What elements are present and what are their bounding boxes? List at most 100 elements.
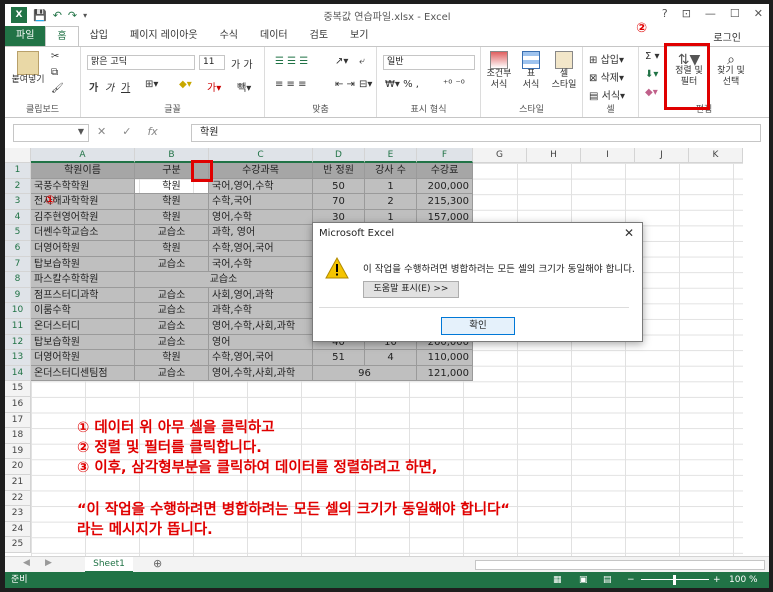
column-header-k[interactable]: K bbox=[689, 148, 743, 163]
row-header-23[interactable]: 23 bbox=[5, 506, 31, 522]
ok-button[interactable]: 확인 bbox=[441, 317, 515, 335]
row-header-14[interactable]: 14 bbox=[5, 365, 31, 382]
zoom-in-icon[interactable]: + bbox=[713, 572, 721, 588]
table-cell[interactable]: 사회,영어,과학 bbox=[209, 287, 313, 304]
zoom-slider-thumb[interactable] bbox=[673, 575, 676, 585]
paste-button[interactable]: 붙여넣기 bbox=[11, 51, 45, 86]
italic-button[interactable]: 가 bbox=[105, 79, 114, 94]
row-header-11[interactable]: 11 bbox=[5, 319, 31, 335]
wrap-text-icon[interactable]: ⤶ bbox=[359, 56, 365, 67]
row-header-3[interactable]: 3 bbox=[5, 194, 31, 210]
column-header-j[interactable]: J bbox=[635, 148, 689, 163]
help-icon[interactable]: ? bbox=[662, 7, 668, 20]
row-header-24[interactable]: 24 bbox=[5, 521, 31, 538]
close-icon[interactable]: ✕ bbox=[624, 226, 634, 240]
close-button[interactable]: ✕ bbox=[754, 7, 763, 20]
table-cell[interactable]: 50 bbox=[313, 178, 365, 195]
table-cell[interactable]: 학원 bbox=[135, 209, 209, 226]
customize-qat-icon[interactable]: ▾ bbox=[83, 11, 87, 20]
table-cell[interactable]: 파스칼수학학원 bbox=[31, 272, 135, 288]
table-cell[interactable]: 국어,영어,수학 bbox=[209, 178, 313, 195]
tab-home[interactable]: 홈 bbox=[45, 26, 79, 46]
normal-view-icon[interactable]: ▦ bbox=[553, 572, 562, 588]
autosum-icon[interactable]: Σ ▾ bbox=[645, 51, 660, 62]
table-cell[interactable]: 2 bbox=[365, 194, 417, 210]
indent-icon[interactable]: ⇤ ⇥ bbox=[335, 79, 355, 90]
tab-file[interactable]: 파일 bbox=[5, 26, 46, 46]
fill-icon[interactable]: ⬇▾ bbox=[645, 69, 658, 80]
font-name-select[interactable]: 맑은 고딕 bbox=[87, 55, 195, 70]
function-icon[interactable]: fx bbox=[147, 125, 157, 138]
merge-center-icon[interactable]: ⊟▾ bbox=[359, 79, 372, 90]
table-cell[interactable]: 교습소 bbox=[135, 225, 209, 241]
align-left-icon[interactable]: ≡ ≡ ≡ bbox=[275, 79, 307, 90]
table-cell[interactable]: 교습소 bbox=[135, 256, 209, 273]
table-cell[interactable]: 더영어학원 bbox=[31, 241, 135, 257]
table-cell[interactable]: 더영어학원 bbox=[31, 350, 135, 366]
underline-button[interactable]: 가 bbox=[121, 79, 130, 94]
font-size-select[interactable]: 11 bbox=[199, 55, 225, 70]
save-icon[interactable]: 💾 bbox=[33, 9, 47, 22]
insert-cells-button[interactable]: ⊞ 삽입▾ bbox=[589, 51, 624, 66]
row-header-17[interactable]: 17 bbox=[5, 412, 31, 429]
row-header-15[interactable]: 15 bbox=[5, 381, 31, 397]
formula-input[interactable]: 학원 bbox=[191, 124, 761, 142]
row-header-7[interactable]: 7 bbox=[5, 256, 31, 273]
orientation-icon[interactable]: ↗▾ bbox=[335, 56, 348, 67]
table-cell[interactable]: 96 bbox=[313, 365, 417, 382]
column-header-i[interactable]: I bbox=[581, 148, 635, 163]
decimal-icon[interactable]: ⁺⁰ ⁻⁰ bbox=[443, 79, 465, 90]
phonetic-icon[interactable]: 빽▾ bbox=[237, 79, 251, 94]
row-header-4[interactable]: 4 bbox=[5, 209, 31, 226]
tab-page-layout[interactable]: 페이지 레이아웃 bbox=[119, 26, 209, 46]
table-cell[interactable]: 교습소 bbox=[135, 319, 209, 335]
row-header-9[interactable]: 9 bbox=[5, 287, 31, 304]
zoom-out-icon[interactable]: − bbox=[627, 572, 635, 588]
help-button[interactable]: 도움말 표시(E) >> bbox=[363, 281, 459, 298]
table-cell[interactable]: 학원 bbox=[135, 241, 209, 257]
cancel-icon[interactable]: ✕ bbox=[97, 125, 106, 138]
table-cell[interactable]: 영어,수학,사회,과학 bbox=[209, 319, 313, 335]
row-header-25[interactable]: 25 bbox=[5, 537, 31, 553]
scroll-right-icon[interactable]: ▶ bbox=[45, 558, 52, 568]
table-cell[interactable]: 수학,국어 bbox=[209, 194, 313, 210]
row-header-12[interactable]: 12 bbox=[5, 334, 31, 351]
delete-cells-button[interactable]: ⊠ 삭제▾ bbox=[589, 69, 624, 84]
table-cell[interactable]: 교습소 bbox=[135, 365, 209, 382]
table-cell[interactable]: 탑보습학원 bbox=[31, 256, 135, 273]
login-link[interactable]: 로그인 bbox=[713, 29, 741, 44]
find-select-button[interactable]: ⌕ 찾기 및 선택 bbox=[711, 53, 751, 88]
tab-view[interactable]: 보기 bbox=[339, 26, 379, 46]
column-header-f[interactable]: F bbox=[417, 148, 473, 163]
format-cells-button[interactable]: ▤ 서식▾ bbox=[589, 87, 625, 102]
row-header-16[interactable]: 16 bbox=[5, 397, 31, 413]
table-cell[interactable]: 수학,영어,국어 bbox=[209, 350, 313, 366]
conditional-format-button[interactable]: 조건부 서식 bbox=[483, 51, 515, 91]
table-header-cell[interactable]: 수강과목 bbox=[209, 163, 313, 179]
table-cell[interactable]: 온더스터디센팀점 bbox=[31, 365, 135, 382]
row-header-22[interactable]: 22 bbox=[5, 490, 31, 507]
table-cell[interactable]: 이룸수학 bbox=[31, 303, 135, 319]
table-cell[interactable]: 더쎈수학교습소 bbox=[31, 225, 135, 241]
align-top-icon[interactable]: ☰ ☰ ☰ bbox=[275, 56, 308, 67]
row-header-10[interactable]: 10 bbox=[5, 303, 31, 319]
tab-formulas[interactable]: 수식 bbox=[209, 26, 249, 46]
table-header-cell[interactable]: 학원이름 bbox=[31, 163, 135, 179]
name-box[interactable]: ▼ bbox=[13, 124, 89, 142]
column-header-a[interactable]: A bbox=[31, 148, 135, 163]
scroll-left-icon[interactable]: ◀ bbox=[23, 558, 30, 568]
table-cell[interactable]: 영어,수학 bbox=[209, 209, 313, 226]
table-header-cell[interactable]: 강사 수 bbox=[365, 163, 417, 179]
table-header-cell[interactable]: 수강료 bbox=[417, 163, 473, 179]
worksheet-grid[interactable]: A B C D E F G H I J K 1 2 3 4 5 6 7 8 9 10 11 12 13 14 15 16 17 18 19… bbox=[5, 148, 769, 556]
format-as-table-button[interactable]: 표 서식 bbox=[517, 51, 545, 91]
page-layout-view-icon[interactable]: ▣ bbox=[579, 572, 588, 588]
redo-icon[interactable]: ↷ bbox=[68, 9, 77, 22]
row-header-21[interactable]: 21 bbox=[5, 475, 31, 491]
copy-icon[interactable]: ⧉ bbox=[51, 67, 58, 78]
table-cell[interactable]: 영어 bbox=[209, 334, 313, 351]
table-cell[interactable]: 과학, 영어 bbox=[209, 225, 313, 241]
cut-icon[interactable]: ✂ bbox=[51, 51, 59, 62]
column-header-d[interactable]: D bbox=[313, 148, 365, 163]
row-header-1[interactable]: 1 bbox=[5, 163, 31, 179]
